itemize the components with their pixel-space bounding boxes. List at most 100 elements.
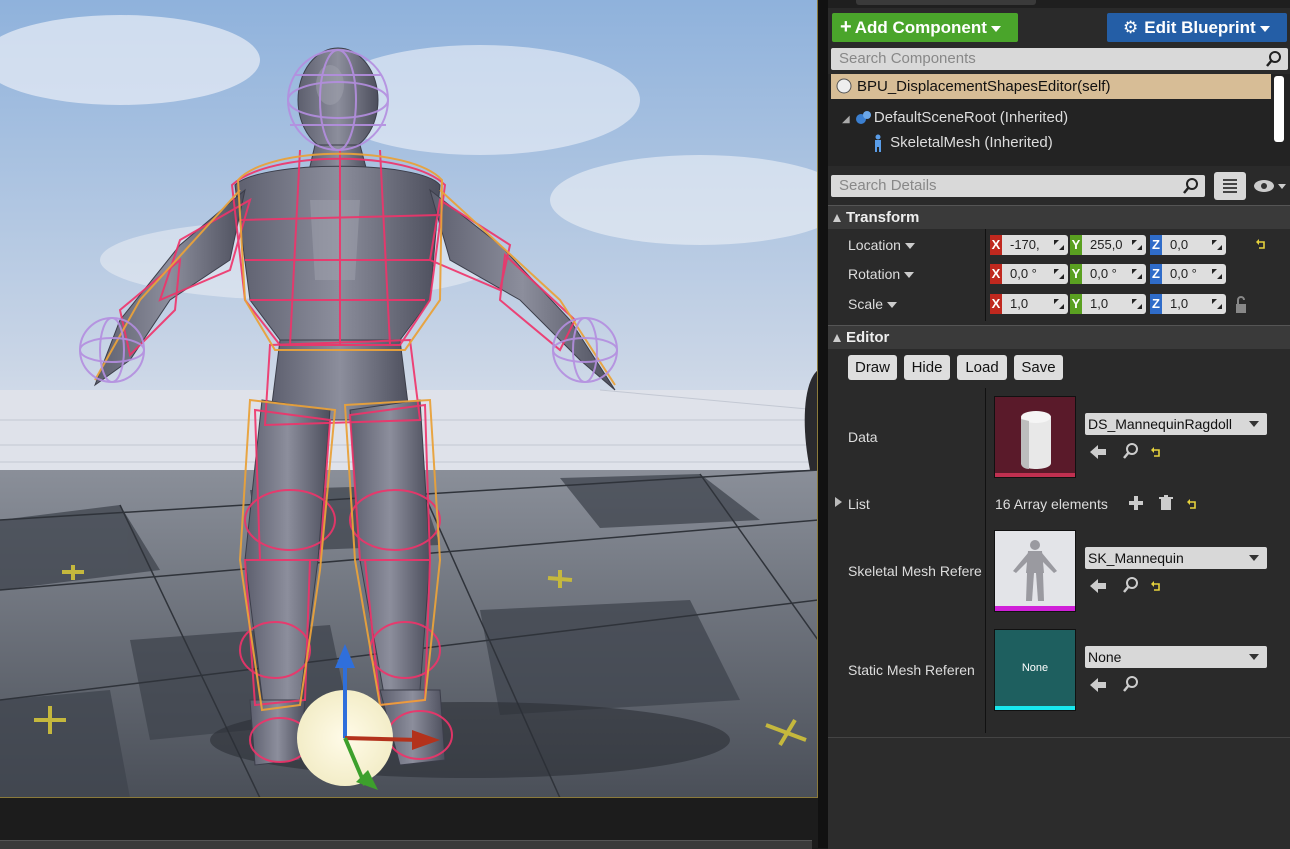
scale-y-value: 1,0	[1090, 296, 1109, 311]
tree-item-skeletal-mesh[interactable]: SkeletalMesh (Inherited)	[870, 133, 1053, 153]
details-panel: + Add Component ⚙ Edit Blueprint Search Co…	[828, 0, 1290, 849]
data-label: Data	[848, 429, 878, 445]
rotation-label-text: Rotation	[848, 266, 901, 282]
data-asset-thumbnail[interactable]	[994, 396, 1076, 478]
tree-item-self[interactable]: BPU_DisplacementShapesEditor(self)	[831, 74, 1271, 99]
data-asset-combo[interactable]: DS_MannequinRagdoll	[1085, 413, 1267, 435]
use-selected-arrow-icon[interactable]	[1090, 445, 1108, 459]
location-label[interactable]: Location	[848, 237, 915, 253]
add-component-label: Add Component	[854, 18, 987, 37]
add-component-button[interactable]: + Add Component	[832, 13, 1018, 42]
axis-z-label: Z	[1150, 235, 1162, 255]
reset-to-default-icon[interactable]	[1150, 447, 1162, 459]
eye-icon	[1254, 180, 1286, 192]
edit-blueprint-label: Edit Blueprint	[1144, 18, 1256, 37]
reset-to-default-icon[interactable]	[1150, 581, 1162, 593]
lock-icon[interactable]	[1233, 296, 1249, 314]
transform-section-header[interactable]: Transform	[828, 205, 1290, 229]
scale-x-field[interactable]: 1,0	[1002, 294, 1068, 314]
rotation-z-value: 0,0 °	[1170, 266, 1197, 281]
static-mesh-reference-label: Static Mesh Referen	[848, 662, 975, 678]
rotation-y-field[interactable]: 0,0 °	[1082, 264, 1146, 284]
asset-type-strip	[995, 706, 1075, 710]
rotation-vector: X 0,0 ° Y 0,0 ° Z 0,0 °	[990, 264, 1230, 284]
location-x-value: -170,	[1010, 237, 1040, 252]
drag-handle-icon	[1212, 240, 1222, 250]
skeletal-mesh-thumbnail[interactable]	[994, 530, 1076, 612]
expand-arrow-icon[interactable]	[835, 497, 842, 507]
search-components-placeholder: Search Components	[839, 50, 976, 67]
tree-item-default-scene-root[interactable]: ◢ DefaultSceneRoot (Inherited)	[842, 108, 1068, 130]
search-icon	[1183, 178, 1198, 194]
chevron-down-icon	[904, 243, 915, 250]
list-label: List	[848, 496, 870, 512]
chevron-down-icon	[1259, 25, 1270, 32]
scale-label[interactable]: Scale	[848, 296, 898, 312]
chevron-down-icon	[904, 272, 915, 279]
panel-splitter[interactable]	[818, 0, 828, 848]
search-components-input[interactable]: Search Components	[831, 48, 1288, 70]
skeletal-mesh-actions	[1090, 577, 1162, 596]
reset-to-default-icon[interactable]	[1255, 239, 1267, 251]
skeletal-mesh-combo[interactable]: SK_Mannequin	[1085, 547, 1267, 569]
hide-button[interactable]: Hide	[904, 355, 950, 380]
tree-item-label: SkeletalMesh (Inherited)	[890, 134, 1053, 151]
panel-tab[interactable]	[856, 0, 1036, 5]
browse-search-icon[interactable]	[1122, 577, 1140, 593]
use-selected-arrow-icon[interactable]	[1090, 579, 1108, 593]
static-mesh-actions	[1090, 676, 1140, 695]
save-button[interactable]: Save	[1014, 355, 1063, 380]
drag-handle-icon	[1132, 240, 1142, 250]
rotation-x-field[interactable]: 0,0 °	[1002, 264, 1068, 284]
data-asset-actions	[1090, 443, 1162, 462]
location-z-field[interactable]: 0,0	[1162, 235, 1226, 255]
search-details-placeholder: Search Details	[839, 177, 937, 194]
drag-handle-icon	[1054, 299, 1064, 309]
tree-item-label: DefaultSceneRoot (Inherited)	[873, 109, 1069, 126]
axis-y-label: Y	[1070, 294, 1082, 314]
draw-button[interactable]: Draw	[848, 355, 897, 380]
axis-z-label: Z	[1150, 264, 1162, 284]
editor-title: Editor	[846, 329, 890, 346]
list-value: 16 Array elements	[995, 496, 1108, 512]
components-tree: BPU_DisplacementShapesEditor(self) ◢ Def…	[828, 74, 1290, 166]
static-mesh-thumbnail[interactable]: None	[994, 629, 1076, 711]
editor-section-header[interactable]: Editor	[828, 325, 1290, 349]
axis-y-label: Y	[1070, 235, 1082, 255]
static-mesh-combo[interactable]: None	[1085, 646, 1267, 668]
cylinder-icon	[995, 411, 1075, 477]
chevron-down-icon	[1249, 421, 1259, 427]
column-divider[interactable]	[985, 229, 986, 321]
rotation-x-value: 0,0 °	[1010, 266, 1037, 281]
load-button[interactable]: Load	[957, 355, 1007, 380]
scale-z-field[interactable]: 1,0	[1162, 294, 1226, 314]
details-empty-area	[828, 737, 1290, 849]
location-y-field[interactable]: 255,0	[1082, 235, 1146, 255]
plus-icon: +	[840, 16, 852, 38]
reset-to-default-icon[interactable]	[1186, 499, 1198, 511]
drag-handle-icon	[1132, 299, 1142, 309]
add-element-plus-icon[interactable]	[1128, 495, 1144, 511]
rotation-label[interactable]: Rotation	[848, 266, 915, 282]
viewport[interactable]	[0, 0, 818, 798]
property-matrix-button[interactable]	[1214, 172, 1246, 200]
search-details-input[interactable]: Search Details	[831, 175, 1205, 197]
edit-blueprint-button[interactable]: ⚙ Edit Blueprint	[1107, 13, 1287, 42]
scale-y-field[interactable]: 1,0	[1082, 294, 1146, 314]
sphere-icon	[836, 78, 852, 94]
use-selected-arrow-icon[interactable]	[1090, 678, 1108, 692]
axis-x-label: X	[990, 235, 1002, 255]
drag-handle-icon	[1212, 269, 1222, 279]
view-options-button[interactable]	[1252, 176, 1288, 196]
column-divider[interactable]	[985, 388, 986, 733]
grid-icon	[1223, 179, 1237, 193]
data-asset-value: DS_MannequinRagdoll	[1088, 416, 1232, 432]
location-x-field[interactable]: -170,	[1002, 235, 1068, 255]
rotation-y-value: 0,0 °	[1090, 266, 1117, 281]
rotation-z-field[interactable]: 0,0 °	[1162, 264, 1226, 284]
browse-search-icon[interactable]	[1122, 676, 1140, 692]
browse-search-icon[interactable]	[1122, 443, 1140, 459]
tree-scrollbar[interactable]	[1274, 76, 1284, 142]
static-mesh-thumb-text: None	[1021, 662, 1049, 674]
trash-icon[interactable]	[1158, 495, 1174, 511]
